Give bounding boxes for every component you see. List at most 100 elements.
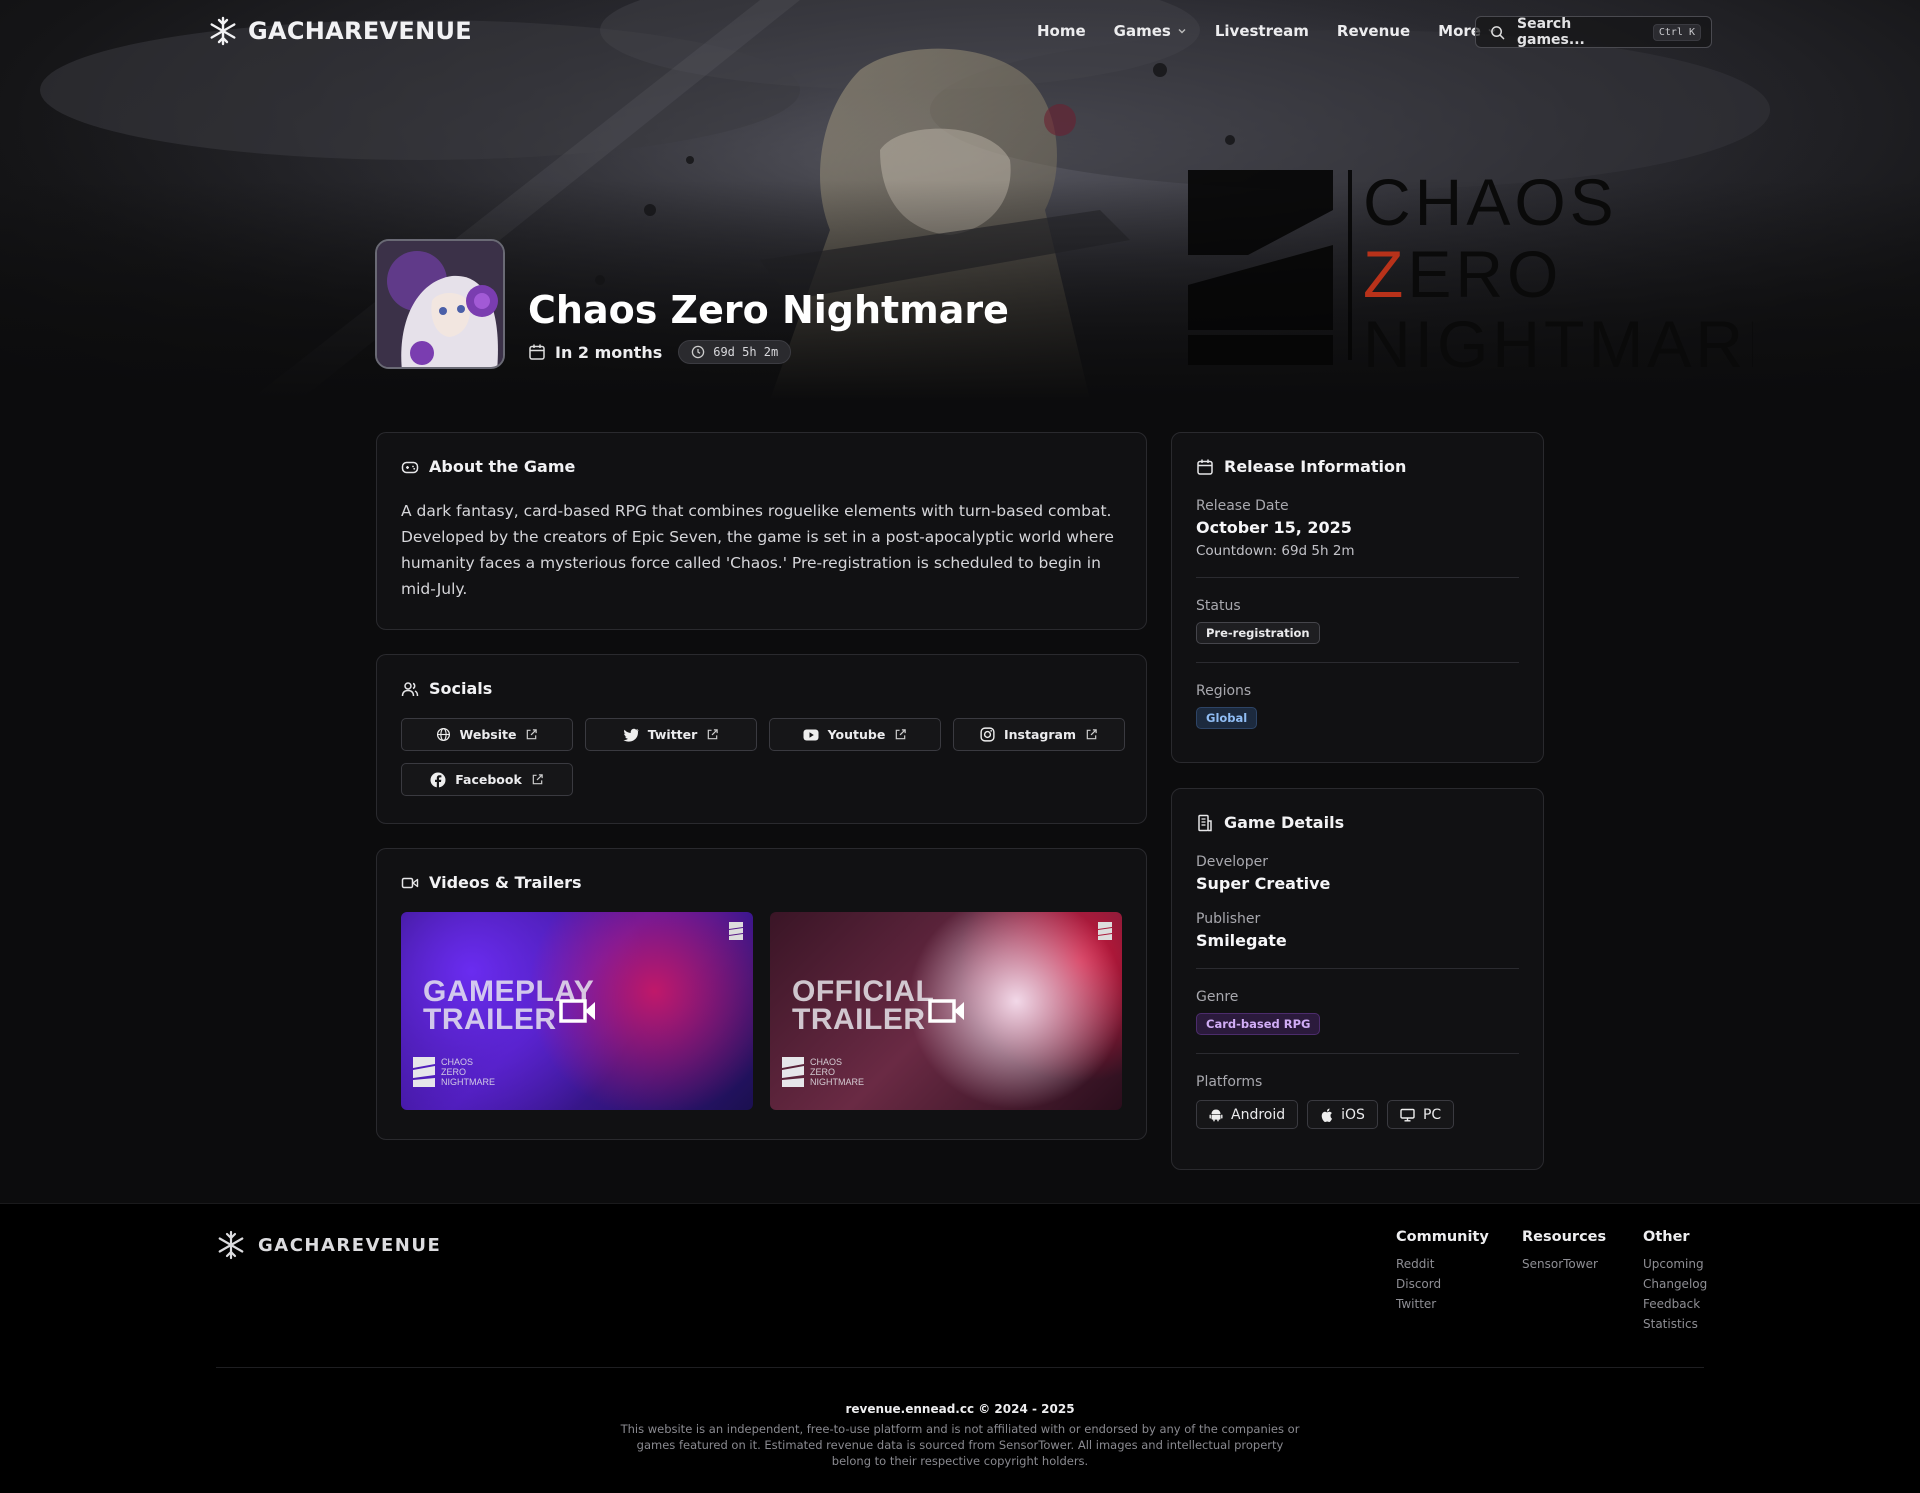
social-links: Website Twitter Youtube Instagram Facebo… <box>401 718 1125 796</box>
video-title: OFFICIAL TRAILER <box>792 977 934 1036</box>
game-logo-banner: CHAOS ZERO NIGHTMARE <box>1188 165 1753 370</box>
platform-android-label: Android <box>1231 1106 1286 1123</box>
search-input[interactable]: Search games... Ctrl K <box>1475 16 1712 48</box>
video-list: GAMEPLAY TRAILER CHAOS ZERO NIGHTMARE OFFIC… <box>401 912 1122 1110</box>
social-instagram-label: Instagram <box>1004 727 1076 742</box>
users-icon <box>401 681 419 696</box>
release-heading: Release Information <box>1196 457 1519 476</box>
footer-link-reddit[interactable]: Reddit <box>1396 1254 1489 1274</box>
region-badge: Global <box>1196 707 1258 729</box>
footer-disclaimer: This website is an independent, free-to-… <box>620 1422 1300 1468</box>
video-play-icon <box>559 999 595 1023</box>
videos-heading-text: Videos & Trailers <box>429 873 582 892</box>
game-title: Chaos Zero Nightmare <box>528 288 1009 332</box>
release-relative: In 2 months <box>528 343 662 362</box>
divider <box>1196 577 1519 578</box>
video-play-icon <box>928 999 964 1023</box>
mini-logo-line-3: NIGHTMARE <box>810 1077 864 1087</box>
footer-link-sensortower[interactable]: SensorTower <box>1522 1254 1606 1274</box>
videos-card: Videos & Trailers GAMEPLAY TRAILER CHAOS Z… <box>376 848 1147 1140</box>
socials-card: Socials Website Twitter Youtube Instagra… <box>376 654 1147 824</box>
external-link-icon <box>532 774 543 785</box>
navbar: GACHAREVENUE Home Games Livestream Reven… <box>0 0 1920 64</box>
instagram-icon <box>980 727 995 742</box>
external-link-icon <box>1086 729 1097 740</box>
search-placeholder: Search games... <box>1517 16 1585 48</box>
nav-home-label: Home <box>1037 22 1086 40</box>
social-facebook-button[interactable]: Facebook <box>401 763 573 796</box>
footer-copyright: revenue.ennead.cc © 2024 - 2025 <box>845 1402 1075 1416</box>
game-logo-mark-icon <box>782 1057 804 1087</box>
platforms-label: Platforms <box>1196 1074 1263 1090</box>
globe-icon <box>436 727 450 742</box>
youtube-icon <box>803 729 819 740</box>
game-logo-mark-icon <box>413 1057 435 1087</box>
social-youtube-label: Youtube <box>827 727 886 742</box>
mini-logo-line-3: NIGHTMARE <box>441 1077 495 1087</box>
footer-link-changelog[interactable]: Changelog <box>1643 1274 1707 1294</box>
chevron-down-icon <box>1178 29 1186 34</box>
external-link-icon <box>527 729 538 740</box>
mini-logo-line-2: ZERO <box>441 1067 467 1077</box>
social-twitter-button[interactable]: Twitter <box>585 718 757 751</box>
video-gameplay-trailer[interactable]: GAMEPLAY TRAILER CHAOS ZERO NIGHTMARE <box>401 912 753 1110</box>
nav-livestream-label: Livestream <box>1214 22 1309 40</box>
logo-line-1: CHAOS <box>1363 165 1618 239</box>
video-title-line-2: TRAILER <box>792 1003 926 1036</box>
release-countdown: Countdown: 69d 5h 2m <box>1196 543 1355 559</box>
site-logo[interactable]: GACHAREVENUE <box>208 16 472 46</box>
search-icon <box>1491 25 1505 39</box>
videos-heading: Videos & Trailers <box>401 873 1122 892</box>
release-heading-text: Release Information <box>1224 457 1407 476</box>
social-website-label: Website <box>459 727 517 742</box>
platform-ios-label: iOS <box>1341 1106 1365 1123</box>
footer-col-title: Community <box>1396 1229 1489 1245</box>
publisher-value: Smilegate <box>1196 931 1287 950</box>
video-camera-icon <box>401 877 419 888</box>
external-link-icon <box>708 729 719 740</box>
genre-label: Genre <box>1196 989 1239 1005</box>
svg-text:ZERO: ZERO <box>1363 237 1562 311</box>
video-official-trailer[interactable]: OFFICIAL TRAILER CHAOS ZERO NIGHTMARE <box>770 912 1122 1110</box>
footer: GACHAREVENUE Community Reddit Discord Tw… <box>0 1203 1920 1493</box>
nav-home[interactable]: Home <box>1037 22 1086 40</box>
release-date-label: Release Date <box>1196 498 1289 514</box>
about-description: A dark fantasy, card-based RPG that comb… <box>401 502 1114 598</box>
social-website-button[interactable]: Website <box>401 718 573 751</box>
gamepad-icon <box>401 461 419 473</box>
corner-logo-icon <box>1098 922 1112 940</box>
status-label: Status <box>1196 598 1241 614</box>
mini-logo-line-1: CHAOS <box>441 1057 474 1067</box>
countdown-badge: 69d 5h 2m <box>678 340 792 364</box>
nav-livestream[interactable]: Livestream <box>1215 22 1309 40</box>
site-brand-name: GACHAREVENUE <box>248 17 472 45</box>
social-youtube-button[interactable]: Youtube <box>769 718 941 751</box>
footer-link-feedback[interactable]: Feedback <box>1643 1294 1707 1314</box>
nav-revenue[interactable]: Revenue <box>1337 22 1410 40</box>
footer-link-statistics[interactable]: Statistics <box>1643 1314 1707 1334</box>
release-date-value: October 15, 2025 <box>1196 518 1352 537</box>
footer-link-discord[interactable]: Discord <box>1396 1274 1489 1294</box>
footer-logo[interactable]: GACHAREVENUE <box>216 1230 441 1260</box>
platform-ios: iOS <box>1307 1100 1378 1129</box>
countdown-text: 69d 5h 2m <box>713 345 779 359</box>
status-badge: Pre-registration <box>1196 622 1320 644</box>
release-info-card: Release Information Release Date October… <box>1171 432 1544 763</box>
publisher-label: Publisher <box>1196 911 1261 927</box>
video-mini-logo: CHAOS ZERO NIGHTMARE <box>413 1057 495 1087</box>
logo-line-3: NIGHTMARE <box>1363 307 1753 370</box>
about-heading: About the Game <box>401 457 1122 476</box>
regions-label: Regions <box>1196 683 1252 699</box>
footer-col-resources: Resources SensorTower <box>1522 1229 1606 1274</box>
footer-link-upcoming[interactable]: Upcoming <box>1643 1254 1707 1274</box>
corner-logo-icon <box>729 922 743 940</box>
search-shortcut-hint: Ctrl K <box>1652 23 1701 41</box>
nav-links: Home Games Livestream Revenue More <box>1037 22 1497 40</box>
social-instagram-button[interactable]: Instagram <box>953 718 1125 751</box>
mini-logo-line-2: ZERO <box>810 1067 836 1077</box>
nav-games[interactable]: Games <box>1114 22 1187 40</box>
monitor-icon <box>1400 1108 1415 1122</box>
footer-link-twitter[interactable]: Twitter <box>1396 1294 1489 1314</box>
divider <box>1196 1053 1519 1054</box>
details-heading-text: Game Details <box>1224 813 1345 832</box>
